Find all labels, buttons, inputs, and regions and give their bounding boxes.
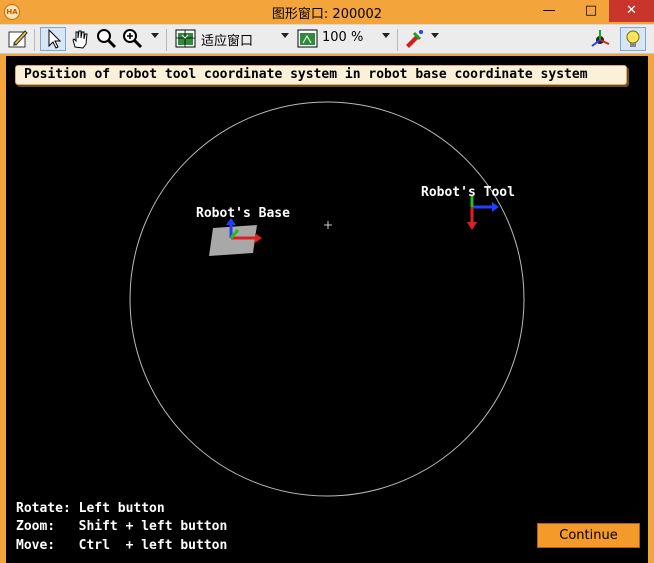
lightbulb-icon[interactable]	[620, 27, 646, 51]
paint-dropdown-caret[interactable]	[431, 33, 439, 38]
toolbar-separator	[166, 29, 167, 51]
hint-rotate: Rotate: Left button	[16, 501, 165, 516]
toolbar-separator	[34, 29, 35, 51]
graphics-window: HA 图形窗口: 200002 — □ ✕ 适应窗口 100 % Robot's…	[0, 0, 654, 563]
zoom-mode-caret[interactable]	[281, 33, 289, 38]
tool-axes	[467, 196, 499, 230]
info-banner: Position of robot tool coordinate system…	[15, 65, 627, 85]
zoom-percent-icon[interactable]	[296, 27, 320, 51]
close-button[interactable]: ✕	[609, 0, 654, 22]
hint-move: Move: Ctrl + left button	[16, 538, 228, 553]
maximize-button[interactable]: □	[577, 0, 605, 22]
zoom-percent-caret[interactable]	[382, 33, 390, 38]
zoom-mode-select[interactable]: 适应窗口	[201, 30, 253, 49]
pointer-icon[interactable]	[40, 27, 66, 51]
edit-icon[interactable]	[6, 27, 30, 51]
fit-window-icon[interactable]	[174, 27, 198, 51]
axes-icon[interactable]	[588, 27, 612, 51]
toolbar-separator	[397, 29, 398, 51]
paint-icon[interactable]	[402, 27, 426, 51]
base-plate	[209, 225, 257, 256]
toolbar: 适应窗口 100 %	[0, 24, 654, 54]
center-crosshair	[324, 221, 332, 229]
sphere-outline	[129, 101, 525, 497]
magnify-icon[interactable]	[94, 27, 118, 51]
graphics-canvas[interactable]: Robot's Base Robot's Tool Position of ro…	[6, 56, 648, 563]
scene-3d[interactable]: Robot's Base Robot's Tool	[6, 56, 648, 563]
continue-button[interactable]: Continue	[537, 523, 640, 548]
base-label: Robot's Base	[196, 206, 290, 221]
hand-icon[interactable]	[68, 27, 92, 51]
hint-zoom: Zoom: Shift + left button	[16, 519, 228, 534]
minimize-button[interactable]: —	[535, 0, 563, 22]
title-bar[interactable]: HA 图形窗口: 200002 — □ ✕	[0, 0, 654, 24]
tool-label: Robot's Tool	[421, 185, 515, 200]
zoom-dropdown-caret[interactable]	[151, 33, 159, 38]
zoom-in-icon[interactable]	[120, 27, 144, 51]
zoom-percent-select[interactable]: 100 %	[322, 30, 363, 45]
